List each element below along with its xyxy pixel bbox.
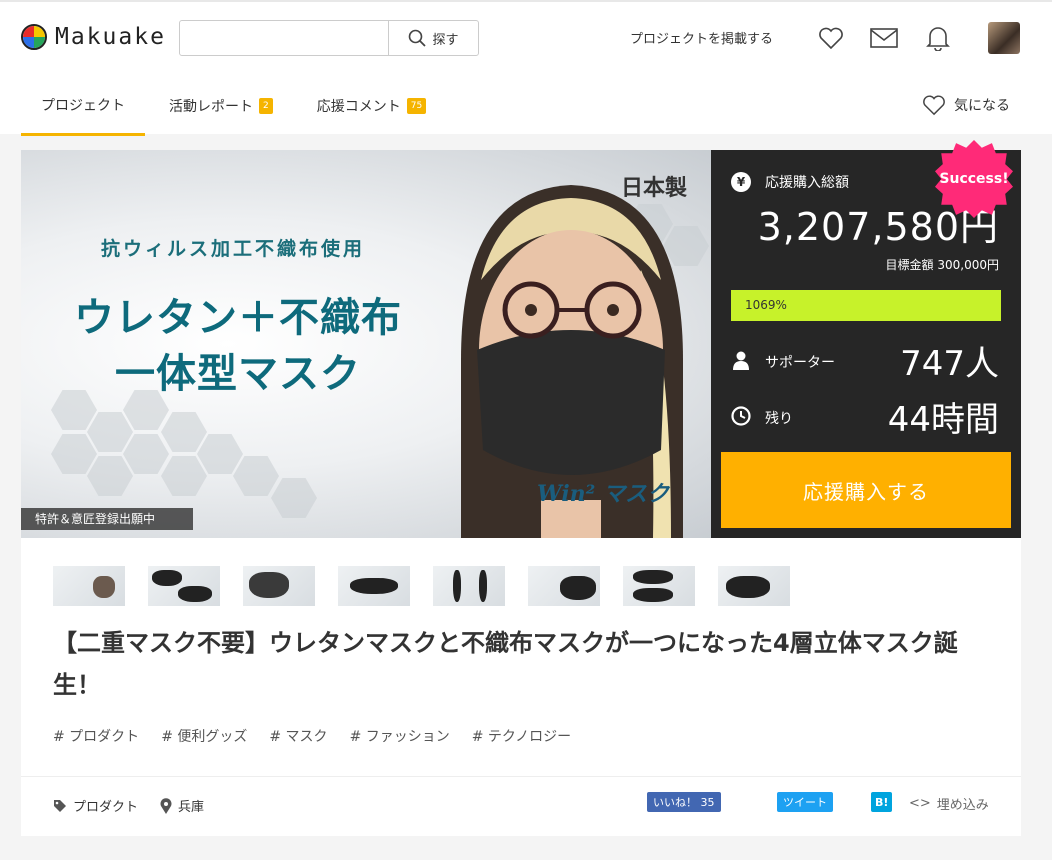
category-label: プロダクト (73, 800, 139, 815)
makuake-logo[interactable]: Makuake (21, 24, 166, 50)
tab-activity-report[interactable]: 活動レポート 2 (149, 76, 293, 136)
thumbnail[interactable] (243, 566, 315, 606)
count-badge: 75 (406, 98, 427, 114)
tweet-label: ツイート (783, 796, 827, 809)
support-purchase-button[interactable]: 応援購入する (721, 452, 1011, 528)
project-meta: プロダクト 兵庫 (53, 796, 204, 815)
like-label: いいね！ 35 (653, 796, 715, 809)
facebook-like-button[interactable]: いいね！ 35 (647, 792, 721, 812)
search-input[interactable] (180, 21, 388, 55)
progress-bar: 1069% (731, 290, 1001, 321)
bell-icon[interactable] (924, 24, 952, 52)
goal-amount: 目標金額 300,000円 (885, 258, 999, 272)
tag-icon (54, 799, 66, 812)
tag-link[interactable]: # 便利グッズ (161, 726, 247, 746)
divider (21, 776, 1021, 777)
tab-support-comments[interactable]: 応援コメント 75 (297, 76, 446, 136)
user-icon (733, 351, 749, 370)
favorite-label: 気になる (954, 98, 1010, 114)
thumbnail-strip (53, 566, 790, 606)
thumbnail[interactable] (148, 566, 220, 606)
location-link[interactable]: 兵庫 (160, 796, 204, 815)
tag-link[interactable]: # マスク (269, 726, 327, 746)
made-in-japan-label: 日本製 (621, 176, 688, 201)
location-pin-icon (160, 797, 172, 814)
thumbnail[interactable] (338, 566, 410, 606)
hero-title-line: ウレタン＋不織布 (74, 295, 402, 341)
hatena-label: B! (875, 795, 889, 809)
supporters-value: 747人 (900, 344, 999, 384)
location-label: 兵庫 (178, 800, 205, 815)
thumbnail[interactable] (433, 566, 505, 606)
tab-project[interactable]: プロジェクト (21, 76, 145, 136)
project-title: 【二重マスク不要】ウレタンマスクと不織布マスクが一つになった4層立体マスク誕生！ (53, 629, 958, 699)
total-label: 応援購入総額 (765, 175, 849, 191)
project-card: 抗ウィルス加工不織布使用 ウレタン＋不織布 一体型マスク 日本製 特許＆意匠登録… (21, 150, 1021, 836)
embed-label: 埋め込み (936, 798, 989, 813)
search-button[interactable]: 探す (388, 21, 478, 55)
heart-icon (923, 95, 945, 116)
user-avatar[interactable] (988, 22, 1020, 54)
tab-label: プロジェクト (41, 97, 125, 114)
hatena-bookmark-button[interactable]: B! (871, 792, 893, 812)
search-icon (409, 29, 427, 47)
embed-button[interactable]: <> 埋め込み (909, 794, 989, 813)
product-logo: Win² マスク (537, 481, 669, 507)
tab-label: 応援コメント (316, 99, 401, 115)
yen-icon: ¥ (731, 172, 751, 192)
count-badge: 2 (259, 98, 273, 114)
remaining-label: 残り (765, 411, 793, 427)
project-tabs: プロジェクト 活動レポート 2 応援コメント 75 (21, 76, 450, 136)
hero-subtitle: 抗ウィルス加工不織布使用 (101, 238, 366, 260)
top-header: Makuake 探す プロジェクトを掲載する プロジェクト 活動レポート 2 応… (0, 0, 1052, 136)
thumbnail[interactable] (718, 566, 790, 606)
favorite-button[interactable]: 気になる (922, 94, 1010, 116)
tag-list: # プロダクト # 便利グッズ # マスク # ファッション # テクノロジー (53, 726, 571, 746)
hero-title-line: 一体型マスク (115, 351, 361, 397)
mail-icon[interactable] (870, 24, 898, 52)
thumbnail[interactable] (53, 566, 125, 606)
post-project-link[interactable]: プロジェクトを掲載する (630, 28, 773, 47)
search-box: 探す (179, 20, 479, 56)
hero-image[interactable]: 抗ウィルス加工不織布使用 ウレタン＋不織布 一体型マスク 日本製 特許＆意匠登録… (21, 150, 711, 538)
tag-link[interactable]: # ファッション (350, 726, 450, 746)
search-button-label: 探す (432, 32, 459, 48)
tag-link[interactable]: # プロダクト (53, 726, 139, 746)
code-icon: <> (909, 796, 931, 811)
tweet-button[interactable]: ツイート (777, 792, 833, 812)
logo-mark-icon (21, 24, 47, 50)
logo-text: Makuake (55, 24, 166, 50)
heart-icon[interactable] (817, 24, 845, 52)
tab-label: 活動レポート (169, 99, 253, 115)
remaining-value: 44時間 (887, 400, 999, 440)
thumbnail[interactable] (528, 566, 600, 606)
tag-link[interactable]: # テクノロジー (472, 726, 571, 746)
clock-icon (731, 406, 751, 426)
patent-banner: 特許＆意匠登録出願中 (21, 508, 193, 530)
thumbnail[interactable] (623, 566, 695, 606)
hero-title: ウレタン＋不織布 一体型マスク (53, 290, 423, 402)
category-link[interactable]: プロダクト (53, 796, 138, 815)
progress-text: 1069% (745, 298, 787, 312)
supporters-label: サポーター (765, 355, 835, 371)
